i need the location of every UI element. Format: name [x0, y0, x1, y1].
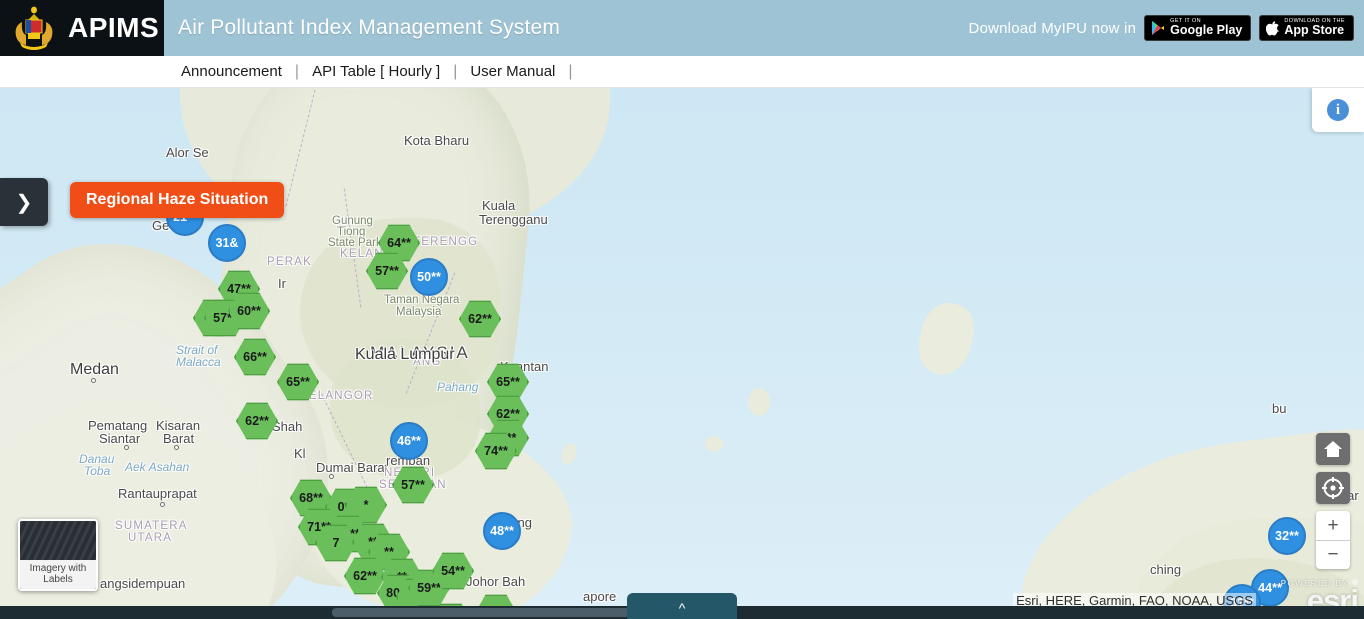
api-station-marker[interactable]: 31& — [208, 224, 246, 262]
malaysia-coat-of-arms-icon — [15, 6, 53, 50]
home-icon — [1324, 441, 1342, 457]
city-dot — [174, 445, 179, 450]
locate-icon — [1322, 477, 1344, 499]
main-nav: Announcement | API Table [ Hourly ] | Us… — [0, 56, 1364, 88]
api-station-marker[interactable]: 48** — [483, 512, 521, 550]
city-dot — [329, 474, 334, 479]
chevron-up-icon: ^ — [678, 600, 686, 616]
info-icon: i — [1327, 99, 1349, 121]
city-dot — [91, 378, 96, 383]
regional-haze-situation-button[interactable]: Regional Haze Situation — [70, 182, 285, 218]
city-dot — [124, 445, 129, 450]
locate-button[interactable] — [1316, 472, 1350, 504]
zoom-out-button[interactable]: − — [1316, 540, 1350, 569]
sidebar-expand-toggle[interactable]: ❯ — [0, 178, 48, 226]
app-store-button[interactable]: Download on the App Store — [1259, 15, 1354, 41]
nav-item-api-table-hourly[interactable]: API Table [ Hourly ] — [299, 63, 453, 80]
zoom-in-button[interactable]: + — [1316, 511, 1350, 540]
api-station-marker[interactable]: 50** — [410, 258, 448, 296]
apple-icon — [1266, 21, 1280, 36]
apims-app: APIMS Air Pollutant Index Management Sys… — [0, 0, 1364, 619]
bottom-panel-handle[interactable]: ^ — [627, 593, 737, 619]
brand-name: APIMS — [68, 12, 160, 43]
google-play-button[interactable]: GET IT ON Google Play — [1144, 15, 1252, 41]
map-info-button[interactable]: i — [1312, 88, 1364, 132]
home-button[interactable] — [1316, 433, 1350, 465]
api-station-marker[interactable]: 32** — [1268, 517, 1306, 555]
island-c — [705, 436, 723, 452]
basemap-gallery-toggle[interactable]: Imagery with Labels — [18, 519, 98, 591]
app-store-main: App Store — [1284, 23, 1345, 38]
nav-item-announcement[interactable]: Announcement — [168, 63, 295, 80]
nav-separator: | — [568, 62, 573, 80]
google-play-icon — [1152, 21, 1165, 35]
city-dot — [160, 502, 165, 507]
map-controls: + − — [1316, 433, 1350, 569]
google-play-main: Google Play — [1170, 23, 1243, 38]
header-download-block: Download MyIPU now in GET IT ON Google P… — [969, 0, 1364, 56]
chevron-right-icon: ❯ — [15, 191, 33, 214]
scrollbar-thumb[interactable] — [332, 608, 632, 617]
island-b — [748, 388, 770, 416]
page-title: Air Pollutant Index Management System — [178, 16, 561, 39]
brand-block[interactable]: APIMS — [0, 0, 164, 56]
nav-item-user-manual[interactable]: User Manual — [457, 63, 568, 80]
basemap-label: Imagery with Labels — [20, 560, 96, 589]
download-text: Download MyIPU now in — [968, 19, 1137, 37]
map-canvas[interactable]: Kota BharuKualaTerengganuKEDAHGeorgeAlor… — [0, 88, 1364, 619]
app-header: APIMS Air Pollutant Index Management Sys… — [0, 0, 1364, 56]
zoom-controls: + − — [1316, 511, 1350, 569]
api-station-marker[interactable]: 46** — [390, 422, 428, 460]
